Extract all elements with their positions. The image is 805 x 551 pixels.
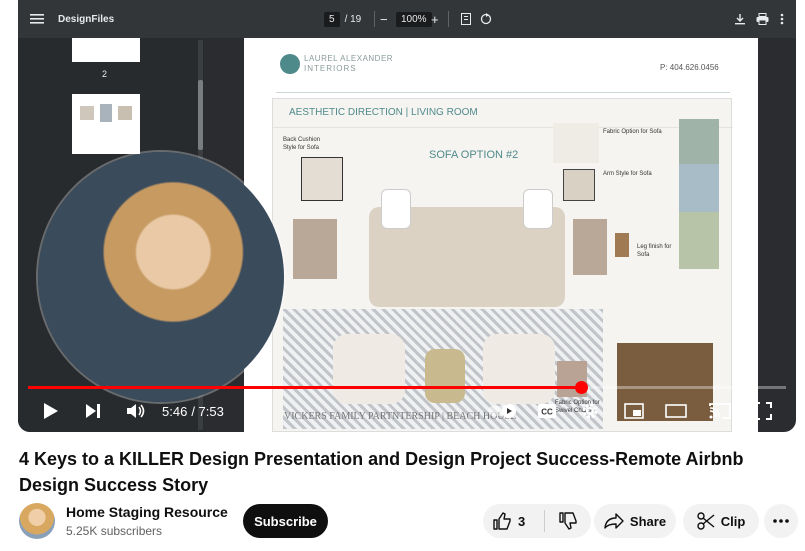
more-actions-button[interactable] xyxy=(764,504,798,538)
side-table-left xyxy=(293,219,337,279)
scissors-icon xyxy=(697,512,715,530)
swivel-chair-left xyxy=(333,334,405,404)
more-horiz-icon xyxy=(773,519,789,523)
back-cushion-label: Back Cushion Style for Sofa xyxy=(283,137,321,151)
page-thumbnail xyxy=(72,38,140,62)
subscriber-count: 5.25K subscribers xyxy=(66,524,163,538)
play-button[interactable] xyxy=(40,396,62,426)
like-divider xyxy=(544,510,546,532)
miniplayer-icon xyxy=(624,403,644,419)
thumbs-down-icon xyxy=(559,512,577,530)
fabric-swatch xyxy=(553,123,599,163)
drum-table xyxy=(425,349,465,403)
video-player[interactable]: DesignFiles 5 / 19 − 100% + 2 LAUREL ALE… xyxy=(18,0,796,432)
page-number-box: 5 xyxy=(324,11,340,27)
zoom-out-icon: − xyxy=(380,11,388,27)
clip-label: Clip xyxy=(720,513,746,529)
cast-icon xyxy=(709,403,731,419)
palette-column xyxy=(679,119,719,269)
arm-style-label: Arm Style for Sofa xyxy=(603,171,652,177)
arm-swatch xyxy=(563,169,595,201)
fullscreen-icon xyxy=(754,402,772,420)
gear-icon xyxy=(582,403,598,419)
side-table-right xyxy=(573,219,607,275)
leg-finish-label: Leg finish for Sofa xyxy=(637,244,672,258)
next-button[interactable] xyxy=(82,396,104,426)
menu-icon xyxy=(30,0,44,38)
subscribe-button[interactable]: Subscribe xyxy=(243,504,328,538)
fabric-sofa-label: Fabric Option for Sofa xyxy=(603,129,662,135)
more-vert-icon xyxy=(780,0,784,38)
page-thumbnail xyxy=(72,94,140,154)
captions-button[interactable]: CC xyxy=(535,396,559,426)
cushion-swatch xyxy=(301,157,343,201)
divider xyxy=(276,92,730,93)
autoplay-icon xyxy=(488,404,516,418)
phone-number: P: 404.626.0456 xyxy=(660,63,719,72)
print-icon xyxy=(756,0,769,38)
zoom-level: 100% xyxy=(396,11,432,27)
settings-button[interactable] xyxy=(579,396,601,426)
pdf-scrollbar-thumb xyxy=(198,80,203,150)
mood-board: AESTHETIC DIRECTION | LIVING ROOM SOFA O… xyxy=(272,98,733,432)
thumbs-up-icon xyxy=(493,512,511,530)
avatar[interactable] xyxy=(19,503,55,539)
thumbnail-page-label: 2 xyxy=(102,69,108,79)
dislike-button[interactable] xyxy=(559,512,577,530)
play-icon xyxy=(44,403,58,419)
fullscreen-button[interactable] xyxy=(752,396,774,426)
share-icon xyxy=(604,513,624,529)
sofa-image xyxy=(369,189,565,307)
duration: / 7:53 xyxy=(191,403,224,419)
like-count: 3 xyxy=(518,513,526,529)
video-title: 4 Keys to a KILLER Design Presentation a… xyxy=(19,449,744,495)
miniplayer-button[interactable] xyxy=(622,396,646,426)
brand-logo xyxy=(280,54,300,74)
pdf-app-name: DesignFiles xyxy=(58,13,115,25)
svg-text:CC: CC xyxy=(541,408,553,417)
clip-button[interactable]: Clip xyxy=(683,504,759,538)
volume-icon xyxy=(127,404,145,418)
next-icon xyxy=(86,404,100,418)
autoplay-toggle[interactable] xyxy=(488,396,518,426)
pdf-page: LAUREL ALEXANDER INTERIORS P: 404.626.04… xyxy=(244,38,758,432)
section-title: AESTHETIC DIRECTION | LIVING ROOM xyxy=(289,107,478,118)
channel-name[interactable]: Home Staging Resource xyxy=(66,504,228,520)
share-label: Share xyxy=(629,513,667,529)
document-footer: VICKERS FAMILY PARTNTERSHIP | BEACH HOUS… xyxy=(284,411,517,422)
leg-swatch xyxy=(615,233,629,257)
zoom-in-icon: + xyxy=(431,11,439,27)
cast-button[interactable] xyxy=(707,396,733,426)
presenter-webcam-overlay xyxy=(38,152,284,402)
sofa-option-label: SOFA OPTION #2 xyxy=(429,149,519,161)
volume-button[interactable] xyxy=(124,396,148,426)
captions-icon: CC xyxy=(538,404,556,418)
theater-mode-button[interactable] xyxy=(664,396,688,426)
download-icon xyxy=(734,0,746,38)
theater-icon xyxy=(665,404,687,418)
progress-played xyxy=(28,386,582,389)
share-button[interactable]: Share xyxy=(594,504,676,538)
current-time: 5:46 xyxy=(162,403,188,419)
progress-bar[interactable] xyxy=(28,381,786,394)
page-total: / 19 xyxy=(344,13,362,25)
like-dislike-group: 3 xyxy=(483,504,591,538)
rotate-icon xyxy=(480,0,492,38)
brand-subname: INTERIORS xyxy=(304,64,357,73)
pdf-toolbar: DesignFiles 5 / 19 − 100% + xyxy=(18,0,796,38)
brand-name: LAUREL ALEXANDER xyxy=(304,54,394,63)
like-button[interactable]: 3 xyxy=(493,512,525,530)
swivel-chair-right xyxy=(483,334,555,404)
fit-page-icon xyxy=(461,0,471,38)
